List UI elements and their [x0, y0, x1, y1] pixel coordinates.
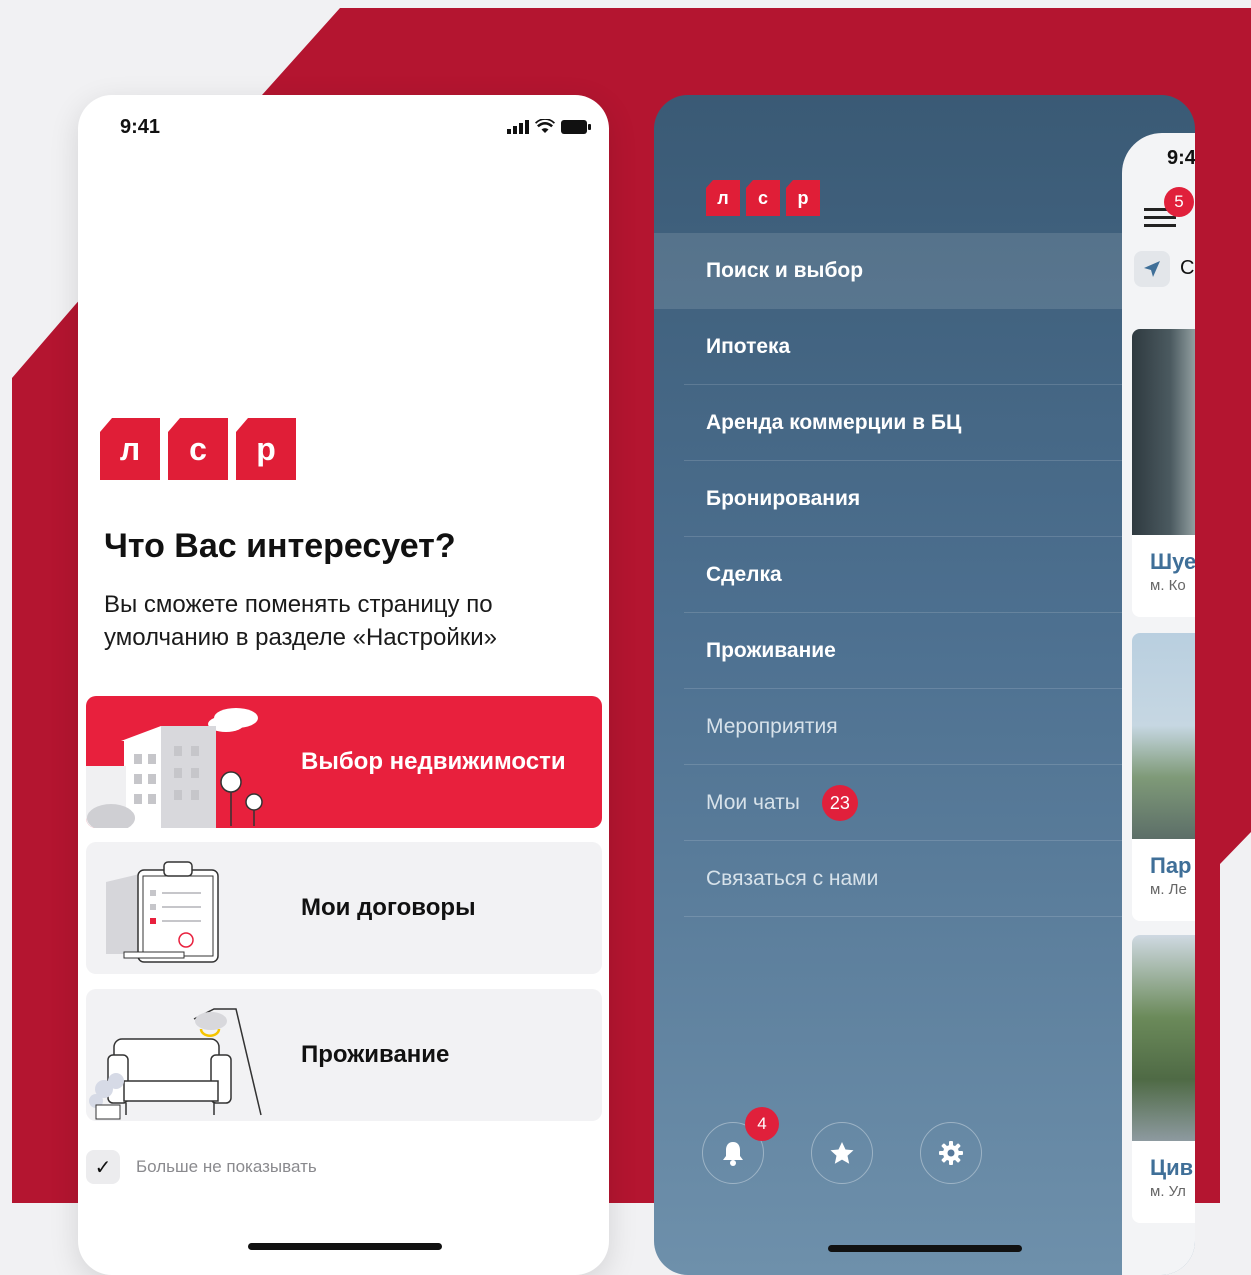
menu-phone: л с р Поиск и выбор Ипотека Аренда комме…	[654, 95, 1195, 1275]
settings-button[interactable]	[920, 1122, 982, 1184]
menu-item-chats[interactable]: Мои чаты 23	[654, 765, 1124, 841]
project-card[interactable]: Пар м. Ле	[1132, 633, 1195, 921]
page-title: Что Вас интересует?	[104, 527, 456, 565]
main-screen-peek[interactable]: 9:4 5 С Шуе м. Ко Пар м. Ле Цив м. Ул	[1122, 133, 1195, 1275]
project-card[interactable]: Шуе м. Ко	[1132, 329, 1195, 617]
bell-icon	[723, 1142, 743, 1166]
menu-item-label: Ипотека	[706, 335, 791, 358]
choice-living[interactable]: Проживание	[86, 989, 602, 1121]
location-icon[interactable]	[1134, 251, 1170, 287]
gear-icon	[939, 1141, 963, 1165]
menu-badge: 5	[1164, 187, 1194, 217]
menu-item-deal[interactable]: Сделка	[654, 537, 1124, 613]
signal-icon	[507, 119, 529, 134]
side-menu: Поиск и выбор Ипотека Аренда коммерции в…	[654, 233, 1124, 917]
logo-letter: с	[168, 418, 228, 480]
battery-icon	[561, 119, 591, 134]
page-subtitle: Вы сможете поменять страницу по умолчани…	[104, 591, 497, 651]
project-metro: м. Ул	[1150, 1183, 1186, 1200]
menu-item-events[interactable]: Мероприятия	[654, 689, 1124, 765]
project-image	[1132, 935, 1195, 1141]
project-image	[1132, 633, 1195, 839]
menu-item-search[interactable]: Поиск и выбор	[654, 233, 1124, 309]
lsr-logo: л с р	[706, 180, 820, 216]
star-icon	[830, 1142, 854, 1164]
status-icons	[507, 119, 591, 134]
logo-letter: р	[236, 418, 296, 480]
menu-item-label: Поиск и выбор	[706, 259, 864, 282]
wifi-icon	[535, 119, 555, 133]
menu-item-label: Бронирования	[706, 487, 861, 510]
sofa-lamp-illustration	[89, 1008, 262, 1120]
project-name: Цив	[1150, 1155, 1194, 1180]
menu-item-label: Аренда коммерции в БЦ	[706, 411, 962, 434]
notifications-badge: 4	[745, 1107, 779, 1141]
project-metro: м. Ле	[1150, 881, 1187, 898]
menu-item-commercial-rent[interactable]: Аренда коммерции в БЦ	[654, 385, 1124, 461]
choice-real-estate[interactable]: Выбор недвижимости	[86, 696, 602, 828]
menu-item-label: Связаться с нами	[706, 867, 879, 890]
status-time: 9:4	[1167, 147, 1195, 169]
home-indicator	[248, 1243, 442, 1250]
location-text: С	[1180, 257, 1195, 279]
project-name: Шуе	[1150, 549, 1195, 574]
logo-letter: л	[706, 180, 740, 216]
project-image	[1132, 329, 1195, 535]
menu-item-label: Мои чаты	[706, 791, 800, 814]
menu-item-living[interactable]: Проживание	[654, 613, 1124, 689]
menu-item-label: Мероприятия	[706, 715, 838, 738]
menu-item-bookings[interactable]: Бронирования	[654, 461, 1124, 537]
dont-show-row[interactable]: ✓ Больше не показывать	[86, 1150, 317, 1184]
menu-item-mortgage[interactable]: Ипотека	[654, 309, 1124, 385]
choice-label: Мои договоры	[301, 894, 476, 921]
dont-show-label: Больше не показывать	[136, 1157, 317, 1176]
chats-badge: 23	[821, 785, 858, 821]
status-time: 9:41	[120, 116, 161, 138]
choice-label: Выбор недвижимости	[301, 748, 566, 775]
project-metro: м. Ко	[1150, 577, 1186, 594]
notifications-button[interactable]: 4	[702, 1107, 779, 1184]
clipboard-illustration	[106, 861, 219, 963]
menu-item-label: Сделка	[706, 563, 782, 586]
logo-letter: с	[746, 180, 780, 216]
logo-letter: р	[786, 180, 820, 216]
choice-contracts[interactable]: Мои договоры	[86, 842, 602, 974]
home-indicator	[828, 1245, 1022, 1252]
choice-label: Проживание	[301, 1041, 450, 1068]
menu-item-label: Проживание	[706, 639, 836, 662]
project-name: Пар	[1150, 853, 1192, 878]
project-card[interactable]: Цив м. Ул	[1132, 935, 1195, 1223]
logo-letter: л	[100, 418, 160, 480]
favorites-button[interactable]	[811, 1122, 873, 1184]
check-icon[interactable]: ✓	[86, 1150, 120, 1184]
menu-item-contact[interactable]: Связаться с нами	[654, 841, 1124, 917]
buildings-illustration	[86, 708, 263, 828]
lsr-logo: л с р	[100, 418, 296, 480]
onboarding-phone: 9:41 л с р Что Вас интересует? Вы сможет…	[78, 95, 609, 1275]
